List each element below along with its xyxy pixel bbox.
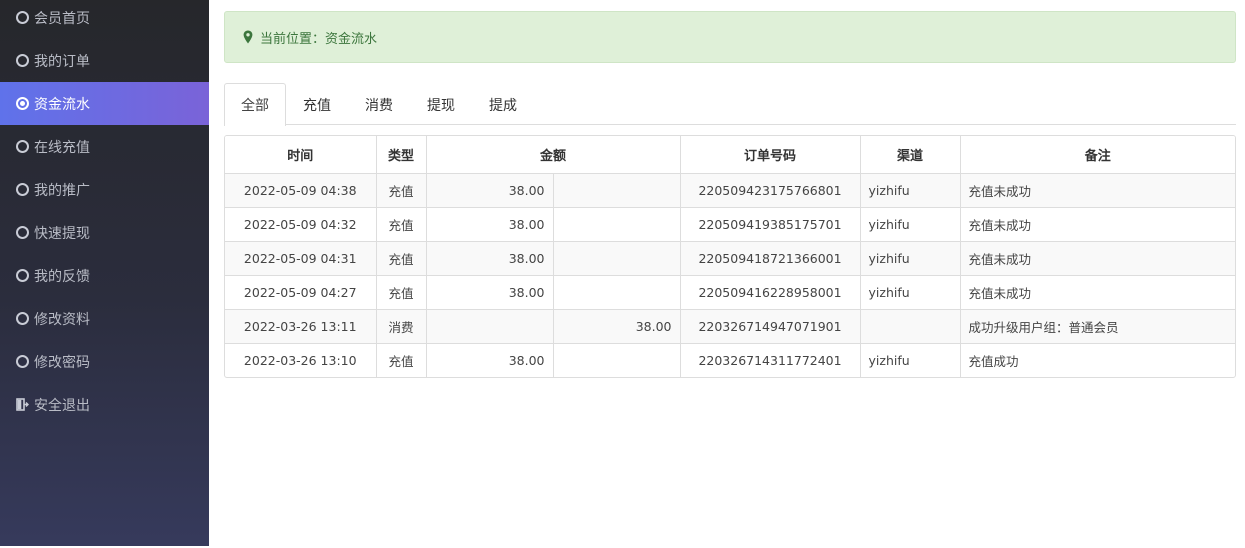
tab-recharge[interactable]: 充值 [286, 83, 348, 125]
table-row: 2022-05-09 04:27 充值 38.00 22050941622895… [225, 274, 1235, 310]
cell-channel: yizhifu [859, 206, 961, 242]
table-row: 2022-05-09 04:38 充值 38.00 22050942317576… [225, 172, 1235, 208]
cell-type: 充值 [375, 342, 427, 377]
radio-selected-icon [16, 97, 29, 110]
tab-consume[interactable]: 消费 [348, 83, 410, 125]
breadcrumb: 当前位置：资金流水 [224, 11, 1236, 63]
column-header-order-no: 订单号码 [679, 136, 861, 174]
sidebar-item-quick-withdraw[interactable]: 快速提现 [0, 211, 209, 254]
column-header-remark: 备注 [959, 136, 1235, 174]
table-row: 2022-05-09 04:31 充值 38.00 22050941872136… [225, 240, 1235, 276]
cell-type: 充值 [375, 274, 427, 310]
table-header-row: 时间 类型 金额 订单号码 渠道 备注 [225, 136, 1235, 174]
cell-type: 充值 [375, 240, 427, 276]
circle-icon [16, 312, 29, 325]
sidebar: 会员首页 我的订单 资金流水 在线充值 我的推广 快速提现 我的反馈 修改资料 … [0, 0, 209, 546]
cell-order-no: 220509423175766801 [679, 172, 861, 208]
sidebar-item-member-home[interactable]: 会员首页 [0, 0, 209, 39]
cell-income: 38.00 [425, 274, 554, 310]
tab-withdraw[interactable]: 提现 [410, 83, 472, 125]
cell-expense: 38.00 [552, 308, 681, 344]
sidebar-item-label: 我的推广 [34, 182, 90, 199]
cell-channel: yizhifu [859, 240, 961, 276]
sidebar-item-fund-flow[interactable]: 资金流水 [0, 82, 209, 125]
cell-channel: yizhifu [859, 342, 961, 377]
sidebar-item-my-orders[interactable]: 我的订单 [0, 39, 209, 82]
cell-income [425, 308, 554, 344]
sidebar-item-label: 安全退出 [34, 397, 90, 414]
column-header-channel: 渠道 [859, 136, 961, 174]
sidebar-item-logout[interactable]: 安全退出 [0, 383, 209, 426]
cell-type: 充值 [375, 206, 427, 242]
breadcrumb-text: 当前位置：资金流水 [260, 31, 378, 47]
filter-tabs: 全部 充值 消费 提现 提成 [224, 83, 1236, 126]
cell-expense [552, 206, 681, 242]
column-header-time: 时间 [225, 136, 377, 174]
circle-icon [16, 226, 29, 239]
cell-income: 38.00 [425, 172, 554, 208]
cell-order-no: 220509419385175701 [679, 206, 861, 242]
cell-time: 2022-03-26 13:10 [225, 342, 377, 377]
sidebar-item-online-recharge[interactable]: 在线充值 [0, 125, 209, 168]
table-row: 2022-05-09 04:32 充值 38.00 22050941938517… [225, 206, 1235, 242]
sidebar-item-my-promotion[interactable]: 我的推广 [0, 168, 209, 211]
sidebar-item-edit-profile[interactable]: 修改资料 [0, 297, 209, 340]
cell-channel [859, 308, 961, 344]
cell-remark: 充值未成功 [959, 206, 1235, 242]
circle-icon [16, 183, 29, 196]
cell-expense [552, 342, 681, 377]
table-row: 2022-03-26 13:10 充值 38.00 22032671431177… [225, 342, 1235, 377]
cell-order-no: 220509416228958001 [679, 274, 861, 310]
sidebar-item-label: 修改资料 [34, 311, 90, 328]
cell-income: 38.00 [425, 240, 554, 276]
cell-time: 2022-05-09 04:27 [225, 274, 377, 310]
circle-icon [16, 54, 29, 67]
tab-commission[interactable]: 提成 [472, 83, 534, 125]
circle-icon [16, 355, 29, 368]
cell-order-no: 220509418721366001 [679, 240, 861, 276]
cell-income: 38.00 [425, 206, 554, 242]
cell-type: 消费 [375, 308, 427, 344]
cell-time: 2022-05-09 04:38 [225, 172, 377, 208]
cell-order-no: 220326714947071901 [679, 308, 861, 344]
sidebar-item-label: 会员首页 [34, 10, 90, 27]
circle-icon [16, 11, 29, 24]
column-header-type: 类型 [375, 136, 427, 174]
cell-expense [552, 274, 681, 310]
cell-remark: 成功升级用户组：普通会员 [959, 308, 1235, 344]
cell-time: 2022-05-09 04:31 [225, 240, 377, 276]
sidebar-item-label: 在线充值 [34, 139, 90, 156]
sidebar-item-label: 资金流水 [34, 96, 90, 113]
column-header-amount: 金额 [425, 136, 681, 174]
sidebar-item-label: 快速提现 [34, 225, 90, 242]
circle-icon [16, 140, 29, 153]
cell-channel: yizhifu [859, 172, 961, 208]
cell-order-no: 220326714311772401 [679, 342, 861, 377]
sidebar-item-label: 修改密码 [34, 354, 90, 371]
exit-door-icon [16, 398, 29, 411]
cell-type: 充值 [375, 172, 427, 208]
cell-income: 38.00 [425, 342, 554, 377]
sidebar-item-change-password[interactable]: 修改密码 [0, 340, 209, 383]
cell-remark: 充值未成功 [959, 240, 1235, 276]
cell-time: 2022-05-09 04:32 [225, 206, 377, 242]
tab-all[interactable]: 全部 [224, 83, 286, 126]
circle-icon [16, 269, 29, 282]
cell-channel: yizhifu [859, 274, 961, 310]
fund-flow-table: 时间 类型 金额 订单号码 渠道 备注 2022-05-09 04:38 充值 … [224, 135, 1236, 378]
sidebar-item-my-feedback[interactable]: 我的反馈 [0, 254, 209, 297]
cell-time: 2022-03-26 13:11 [225, 308, 377, 344]
cell-expense [552, 172, 681, 208]
sidebar-item-label: 我的反馈 [34, 268, 90, 285]
table-row: 2022-03-26 13:11 消费 38.00 22032671494707… [225, 308, 1235, 344]
sidebar-item-label: 我的订单 [34, 53, 90, 70]
cell-remark: 充值成功 [959, 342, 1235, 377]
cell-remark: 充值未成功 [959, 172, 1235, 208]
cell-remark: 充值未成功 [959, 274, 1235, 310]
map-pin-icon [243, 30, 253, 44]
cell-expense [552, 240, 681, 276]
